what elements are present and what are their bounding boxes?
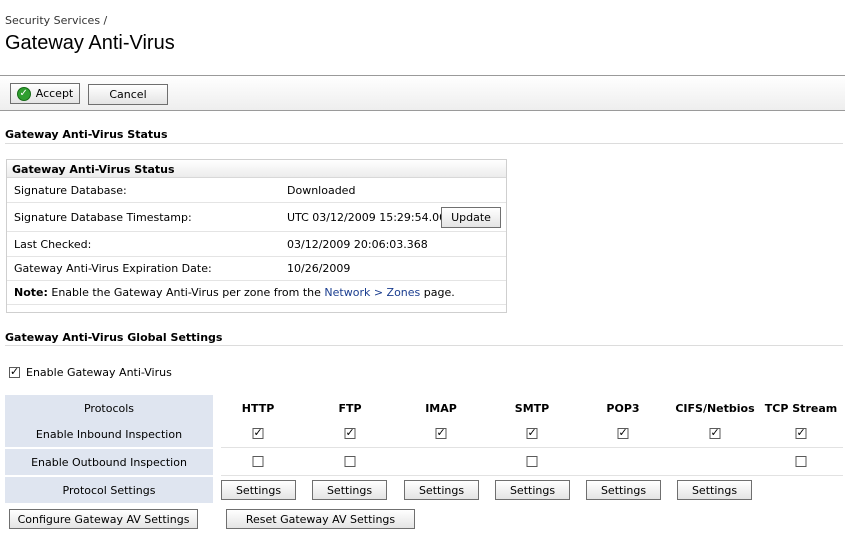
configure-gav-settings-button[interactable]: Configure Gateway AV Settings (9, 509, 198, 529)
inbound-pop3-checkbox[interactable] (617, 426, 629, 439)
protocol-settings-row: Protocol Settings Settings Settings Sett… (5, 477, 843, 504)
note-text-before: Enable the Gateway Anti-Virus per zone f… (47, 286, 325, 299)
outbound-ftp-checkbox[interactable] (344, 456, 356, 467)
outbound-row: Enable Outbound Inspection (5, 449, 843, 476)
accept-button-label: Accept (35, 87, 74, 100)
col-header-tcp: TCP Stream (764, 402, 838, 415)
status-label: Gateway Anti-Virus Expiration Date: (14, 262, 212, 275)
col-header-imap: IMAP (425, 402, 457, 415)
inbound-row: Enable Inbound Inspection (5, 421, 843, 448)
status-section-title: Gateway Anti-Virus Status (5, 128, 168, 141)
row-divider (221, 447, 843, 448)
protocols-label: Protocols (5, 395, 213, 421)
cancel-button[interactable]: Cancel (88, 84, 168, 105)
col-header-smtp: SMTP (514, 402, 550, 415)
outbound-label: Enable Outbound Inspection (5, 449, 213, 475)
inbound-cifs-checkbox[interactable] (709, 426, 721, 439)
network-zones-link[interactable]: Network > Zones (324, 286, 420, 299)
col-header-pop3: POP3 (606, 402, 640, 415)
inbound-smtp-checkbox[interactable] (526, 426, 538, 439)
breadcrumb[interactable]: Security Services / (5, 14, 107, 27)
status-value: UTC 03/12/2009 15:29:54.000 (287, 210, 454, 224)
page-title: Gateway Anti-Virus (5, 32, 175, 54)
status-note: Note: Enable the Gateway Anti-Virus per … (7, 281, 506, 305)
inbound-tcp-checkbox[interactable] (795, 426, 807, 439)
cifs-settings-button[interactable]: Settings (677, 480, 752, 500)
outbound-smtp-checkbox[interactable] (526, 456, 538, 467)
row-divider (221, 475, 843, 476)
status-row-last-checked: Last Checked: 03/12/2009 20:06:03.368 (7, 232, 506, 257)
protocol-settings-label: Protocol Settings (5, 477, 213, 503)
note-text: Note: Enable the Gateway Anti-Virus per … (14, 286, 455, 299)
status-panel-title: Gateway Anti-Virus Status (7, 160, 506, 178)
protocols-header-row: Protocols HTTP FTP IMAP SMTP POP3 CIFS/N… (5, 395, 843, 422)
note-text-after: page. (420, 286, 455, 299)
col-header-cifs: CIFS/Netbios (675, 402, 755, 415)
note-bold: Note: (14, 286, 48, 299)
col-header-http: HTTP (241, 402, 275, 415)
status-label: Signature Database: (14, 183, 127, 197)
ftp-settings-button[interactable]: Settings (312, 480, 387, 500)
enable-gav-checkbox[interactable] (9, 365, 20, 378)
enable-gav-label: Enable Gateway Anti-Virus (26, 366, 172, 379)
smtp-settings-button[interactable]: Settings (495, 480, 570, 500)
accept-button[interactable]: ✓ Accept (10, 83, 80, 104)
pop3-settings-button[interactable]: Settings (586, 480, 661, 500)
inbound-http-checkbox[interactable] (252, 426, 264, 439)
status-row-timestamp: Signature Database Timestamp: UTC 03/12/… (7, 203, 506, 232)
update-button[interactable]: Update (441, 207, 501, 228)
http-settings-button[interactable]: Settings (221, 480, 296, 500)
outbound-http-checkbox[interactable] (252, 456, 264, 467)
col-header-ftp: FTP (338, 402, 362, 415)
outbound-tcp-checkbox[interactable] (795, 456, 807, 467)
status-value: Downloaded (287, 183, 356, 197)
inbound-imap-checkbox[interactable] (435, 426, 447, 439)
status-value: 03/12/2009 20:06:03.368 (287, 237, 428, 251)
status-row-signature-db: Signature Database: Downloaded (7, 178, 506, 203)
section-divider (5, 143, 843, 144)
status-panel: Gateway Anti-Virus Status Signature Data… (6, 159, 507, 313)
status-label: Signature Database Timestamp: (14, 210, 192, 224)
global-section-title: Gateway Anti-Virus Global Settings (5, 331, 223, 344)
status-row-expiration: Gateway Anti-Virus Expiration Date: 10/2… (7, 257, 506, 281)
imap-settings-button[interactable]: Settings (404, 480, 479, 500)
enable-gav-row: Enable Gateway Anti-Virus (9, 365, 172, 379)
inbound-label: Enable Inbound Inspection (5, 421, 213, 447)
status-label: Last Checked: (14, 237, 92, 251)
reset-gav-settings-button[interactable]: Reset Gateway AV Settings (226, 509, 415, 529)
section-divider (5, 345, 843, 346)
status-value: 10/26/2009 (287, 262, 351, 275)
toolbar: ✓ Accept Cancel (0, 75, 845, 111)
check-circle-icon: ✓ (16, 86, 31, 101)
inbound-ftp-checkbox[interactable] (344, 426, 356, 439)
